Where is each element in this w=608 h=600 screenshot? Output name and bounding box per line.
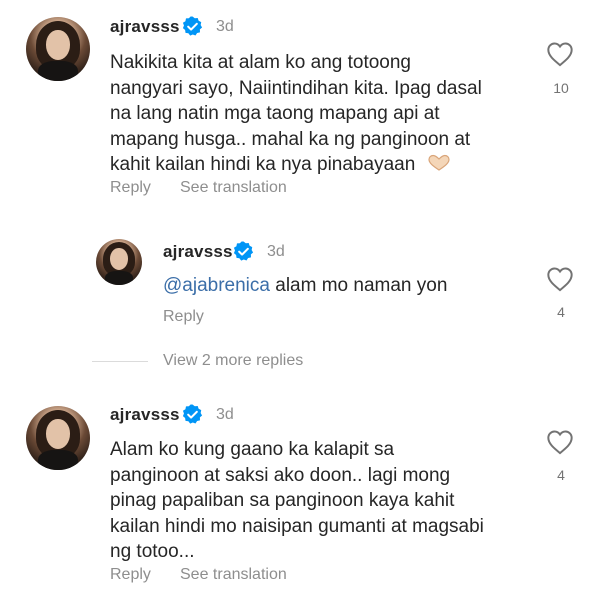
like-heart-icon[interactable] [546,266,574,292]
reply-button[interactable]: Reply [110,566,151,584]
verified-badge-icon [182,404,203,424]
comment: ajravsss 3d Alam ko kung gaano ka kalapi… [0,400,608,600]
see-translation-button[interactable]: See translation [180,566,287,584]
reply-comment: ajravsss 3d @ajabrenica alam mo naman yo… [0,235,608,335]
like-heart-icon[interactable] [546,429,574,455]
username[interactable]: ajravsss [110,405,180,425]
username[interactable]: ajravsss [110,17,180,37]
avatar[interactable] [96,239,142,285]
reply-button[interactable]: Reply [163,308,204,326]
comment: ajravsss 3d Nakikita kita at alam ko ang… [0,0,608,200]
verified-badge-icon [182,16,203,36]
comment-text: @ajabrenica alam mo naman yon [163,275,448,296]
avatar[interactable] [26,17,90,81]
heart-hands-icon [427,154,450,171]
mention-link[interactable]: @ajabrenica [163,275,270,296]
like-count: 4 [557,304,565,320]
replies-divider [92,361,148,362]
comment-text: Nakikita kita at alam ko ang totoong nan… [110,52,482,175]
like-heart-icon[interactable] [546,41,574,67]
verified-badge-icon [233,241,254,261]
like-count: 10 [553,80,569,96]
view-more-replies-button[interactable]: View 2 more replies [163,352,303,370]
comment-text: Alam ko kung gaano ka kalapit sa pangino… [110,439,484,562]
avatar[interactable] [26,406,90,470]
see-translation-button[interactable]: See translation [180,179,287,197]
username[interactable]: ajravsss [163,242,233,262]
comments-thread: ajravsss 3d Nakikita kita at alam ko ang… [0,0,608,600]
reply-button[interactable]: Reply [110,179,151,197]
timestamp: 3d [216,18,234,35]
like-count: 4 [557,467,565,483]
timestamp: 3d [267,243,285,260]
timestamp: 3d [216,406,234,423]
